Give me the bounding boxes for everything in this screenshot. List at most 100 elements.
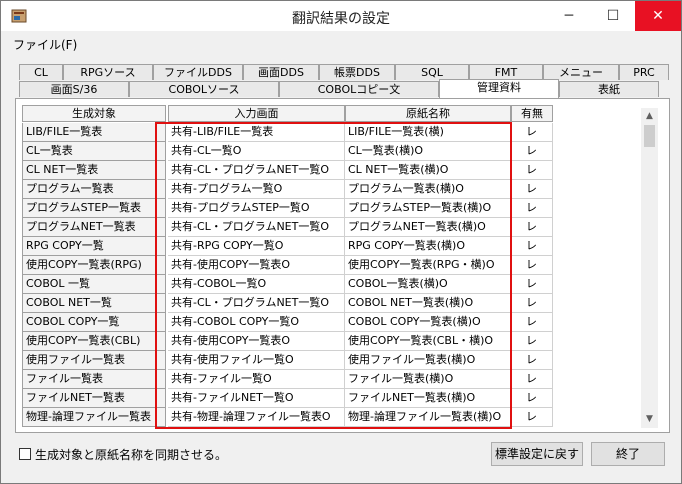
sync-checkbox[interactable] — [19, 448, 31, 460]
original-name-cell[interactable]: ファイル一覧表(横)O — [345, 370, 511, 389]
input-screen-cell[interactable]: 共有-CL・プログラムNET一覧O — [168, 218, 345, 237]
column-header-3: 有無 — [511, 105, 553, 122]
enabled-cell[interactable]: レ — [511, 237, 553, 256]
enabled-cell[interactable]: レ — [511, 370, 553, 389]
original-name-cell[interactable]: 物理-論理ファイル一覧表(横)O — [345, 408, 511, 427]
table-row: 物理-論理ファイル一覧表 共有-物理-論理ファイル一覧表O 物理-論理ファイル一覧表… — [22, 408, 640, 427]
column-header-0: 生成対象 — [22, 105, 166, 122]
input-screen-cell[interactable]: 共有-CL一覧O — [168, 142, 345, 161]
settings-window: 翻訳結果の設定 ─ ☐ ✕ ファイル(F) CL RPGソース ファイルDDS 画面D… — [0, 0, 682, 484]
table-row: CL NET一覧表 共有-CL・プログラムNET一覧O CL NET一覧表(横)O レ — [22, 161, 640, 180]
tab-top-4[interactable]: 帳票DDS — [319, 64, 395, 80]
scroll-down-icon[interactable]: ▼ — [641, 411, 658, 428]
table-row: プログラムSTEP一覧表 共有-プログラムSTEP一覧O プログラムSTEP一覧表(… — [22, 199, 640, 218]
input-screen-cell[interactable]: 共有-COBOL COPY一覧O — [168, 313, 345, 332]
input-screen-cell[interactable]: 共有-LIB/FILE一覧表 — [168, 123, 345, 142]
tab-top-8[interactable]: PRC — [619, 64, 669, 80]
input-screen-cell[interactable]: 共有-RPG COPY一覧O — [168, 237, 345, 256]
title-bar: 翻訳結果の設定 ─ ☐ ✕ — [1, 1, 681, 31]
input-screen-cell[interactable]: 共有-COBOL一覧O — [168, 275, 345, 294]
input-screen-cell[interactable]: 共有-物理-論理ファイル一覧表O — [168, 408, 345, 427]
target-cell: COBOL NET一覧 — [22, 294, 166, 313]
input-screen-cell[interactable]: 共有-CL・プログラムNET一覧O — [168, 161, 345, 180]
enabled-cell[interactable]: レ — [511, 351, 553, 370]
enabled-cell[interactable]: レ — [511, 218, 553, 237]
tab-top-2[interactable]: ファイルDDS — [153, 64, 243, 80]
vertical-scrollbar[interactable]: ▲ ▼ — [641, 108, 658, 428]
tab-top-3[interactable]: 画面DDS — [243, 64, 319, 80]
input-screen-cell[interactable]: 共有-CL・プログラムNET一覧O — [168, 294, 345, 313]
table-row: RPG COPY一覧 共有-RPG COPY一覧O RPG COPY一覧表(横)O レ — [22, 237, 640, 256]
input-screen-cell[interactable]: 共有-使用COPY一覧表O — [168, 256, 345, 275]
minimize-button[interactable]: ─ — [547, 1, 591, 31]
target-cell: 使用COPY一覧表(CBL) — [22, 332, 166, 351]
target-cell: 物理-論理ファイル一覧表 — [22, 408, 166, 427]
original-name-cell[interactable]: プログラム一覧表(横)O — [345, 180, 511, 199]
enabled-cell[interactable]: レ — [511, 123, 553, 142]
target-cell: CL NET一覧表 — [22, 161, 166, 180]
target-cell: 使用COPY一覧表(RPG) — [22, 256, 166, 275]
original-name-cell[interactable]: 使用COPY一覧表(CBL・横)O — [345, 332, 511, 351]
target-cell: COBOL COPY一覧 — [22, 313, 166, 332]
enabled-cell[interactable]: レ — [511, 199, 553, 218]
tab-top-5[interactable]: SQL — [395, 64, 469, 80]
menu-bar: ファイル(F) — [1, 32, 681, 54]
original-name-cell[interactable]: CL一覧表(横)O — [345, 142, 511, 161]
target-cell: プログラムSTEP一覧表 — [22, 199, 166, 218]
original-name-cell[interactable]: COBOL NET一覧表(横)O — [345, 294, 511, 313]
tab-top-7[interactable]: メニュー — [543, 64, 619, 80]
scroll-thumb[interactable] — [644, 125, 655, 147]
enabled-cell[interactable]: レ — [511, 256, 553, 275]
tab-panel: 生成対象 入力画面 原紙名称 有無 LIB/FILE一覧表 共有-LIB/FILE一覧表 L… — [15, 98, 670, 433]
column-header-2: 原紙名称 — [345, 105, 511, 122]
enabled-cell[interactable]: レ — [511, 294, 553, 313]
original-name-cell[interactable]: LIB/FILE一覧表(横) — [345, 123, 511, 142]
enabled-cell[interactable]: レ — [511, 161, 553, 180]
input-screen-cell[interactable]: 共有-プログラムSTEP一覧O — [168, 199, 345, 218]
original-name-cell[interactable]: プログラムNET一覧表(横)O — [345, 218, 511, 237]
table-row: プログラム一覧表 共有-プログラム一覧O プログラム一覧表(横)O レ — [22, 180, 640, 199]
enabled-cell[interactable]: レ — [511, 389, 553, 408]
original-name-cell[interactable]: COBOL COPY一覧表(横)O — [345, 313, 511, 332]
original-name-cell[interactable]: プログラムSTEP一覧表(横)O — [345, 199, 511, 218]
input-screen-cell[interactable]: 共有-使用COPY一覧表O — [168, 332, 345, 351]
tab-bottom-4[interactable]: 表紙 — [559, 81, 659, 97]
tab-bottom-0[interactable]: 画面S/36 — [19, 81, 129, 97]
scroll-up-icon[interactable]: ▲ — [641, 108, 658, 125]
tab-row-bottom: 画面S/36 COBOLソース COBOLコピー文 管理資料 表紙 — [19, 79, 659, 98]
tab-top-0[interactable]: CL — [19, 64, 63, 80]
enabled-cell[interactable]: レ — [511, 275, 553, 294]
target-cell: COBOL 一覧 — [22, 275, 166, 294]
tab-top-6[interactable]: FMT — [469, 64, 543, 80]
original-name-cell[interactable]: 使用COPY一覧表(RPG・横)O — [345, 256, 511, 275]
tab-top-1[interactable]: RPGソース — [63, 64, 153, 80]
tab-bottom-1[interactable]: COBOLソース — [129, 81, 279, 97]
input-screen-cell[interactable]: 共有-使用ファイル一覧O — [168, 351, 345, 370]
original-name-cell[interactable]: 使用ファイル一覧表(横)O — [345, 351, 511, 370]
maximize-button[interactable]: ☐ — [591, 1, 635, 31]
enabled-cell[interactable]: レ — [511, 408, 553, 427]
enabled-cell[interactable]: レ — [511, 180, 553, 199]
input-screen-cell[interactable]: 共有-プログラム一覧O — [168, 180, 345, 199]
table-row: LIB/FILE一覧表 共有-LIB/FILE一覧表 LIB/FILE一覧表(横) レ — [22, 123, 640, 142]
tab-bottom-2[interactable]: COBOLコピー文 — [279, 81, 439, 97]
table-row: 使用COPY一覧表(RPG) 共有-使用COPY一覧表O 使用COPY一覧表(RPG… — [22, 256, 640, 275]
input-screen-cell[interactable]: 共有-ファイル一覧O — [168, 370, 345, 389]
close-button[interactable]: 終了 — [591, 442, 665, 466]
table-row: 使用COPY一覧表(CBL) 共有-使用COPY一覧表O 使用COPY一覧表(CBL… — [22, 332, 640, 351]
original-name-cell[interactable]: RPG COPY一覧表(横)O — [345, 237, 511, 256]
enabled-cell[interactable]: レ — [511, 332, 553, 351]
enabled-cell[interactable]: レ — [511, 142, 553, 161]
table-row: ファイルNET一覧表 共有-ファイルNET一覧O ファイルNET一覧表(横)O レ — [22, 389, 640, 408]
target-cell: プログラム一覧表 — [22, 180, 166, 199]
tab-bottom-3[interactable]: 管理資料 — [439, 79, 559, 98]
menu-file[interactable]: ファイル(F) — [13, 36, 77, 53]
original-name-cell[interactable]: ファイルNET一覧表(横)O — [345, 389, 511, 408]
close-window-button[interactable]: ✕ — [635, 1, 681, 31]
original-name-cell[interactable]: CL NET一覧表(横)O — [345, 161, 511, 180]
enabled-cell[interactable]: レ — [511, 313, 553, 332]
target-cell: ファイルNET一覧表 — [22, 389, 166, 408]
original-name-cell[interactable]: COBOL一覧表(横)O — [345, 275, 511, 294]
input-screen-cell[interactable]: 共有-ファイルNET一覧O — [168, 389, 345, 408]
reset-defaults-button[interactable]: 標準設定に戻す — [491, 442, 583, 466]
